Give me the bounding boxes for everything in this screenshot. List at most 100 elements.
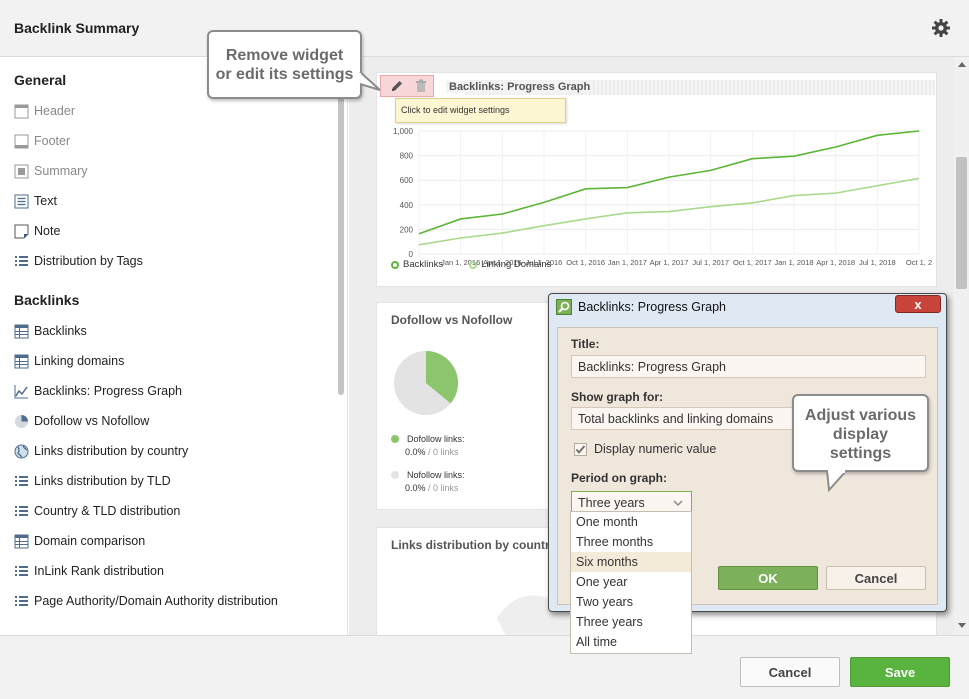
- x-tick-label: Oct 1, 2017: [733, 258, 772, 267]
- scroll-thumb[interactable]: [956, 157, 967, 289]
- note-icon: [14, 224, 29, 238]
- x-tick-label: Oct 1, 2: [906, 258, 932, 267]
- dialog-cancel-button[interactable]: Cancel: [826, 566, 926, 590]
- sidebar-item-linking-domains[interactable]: Linking domains: [14, 351, 124, 371]
- widget-app-icon: [556, 299, 572, 315]
- text-icon: [14, 194, 29, 208]
- sidebar-item-progress-graph[interactable]: Backlinks: Progress Graph: [14, 381, 182, 401]
- sidebar-item-tld[interactable]: Links distribution by TLD: [14, 471, 171, 491]
- sidebar-item-label: Distribution by Tags: [34, 254, 143, 268]
- checkbox-label: Display numeric value: [594, 442, 717, 456]
- save-button[interactable]: Save: [850, 657, 950, 687]
- callout-line: or edit its settings: [215, 66, 354, 83]
- legend-marker-dofollow: [391, 435, 399, 443]
- checkbox[interactable]: [574, 443, 587, 456]
- sidebar-item-authority[interactable]: Page Authority/Domain Authority distribu…: [14, 591, 278, 611]
- callout-line: settings: [829, 445, 892, 462]
- chevron-down-icon: [673, 500, 683, 506]
- option-one-year[interactable]: One year: [571, 572, 691, 592]
- period-label: Period on graph:: [571, 471, 667, 485]
- dofollow-value: 0.0%: [405, 447, 426, 457]
- tooltip: Click to edit widget settings: [395, 98, 566, 123]
- section-title-general: General: [14, 72, 67, 88]
- option-two-years[interactable]: Two years: [571, 592, 691, 612]
- sidebar-item-label: Text: [34, 194, 57, 208]
- legend-label-backlinks: Backlinks: [403, 259, 444, 270]
- globe-icon: [14, 444, 29, 458]
- header-icon: [14, 104, 29, 118]
- widget-title: Backlinks: Progress Graph: [446, 81, 594, 93]
- x-tick-label: Jan 1, 2017: [608, 258, 647, 267]
- sidebar-item-note[interactable]: Note: [14, 221, 60, 241]
- dofollow-count: 0 links: [433, 447, 459, 457]
- sidebar-item-text[interactable]: Text: [14, 191, 57, 211]
- scroll-up-icon[interactable]: [958, 62, 966, 67]
- sidebar-item-label: Page Authority/Domain Authority distribu…: [34, 594, 278, 608]
- period-options-list: One month Three months Six months One ye…: [570, 511, 692, 654]
- x-tick-label: Jul 1, 2018: [859, 258, 896, 267]
- sidebar-item-dofollow[interactable]: Dofollow vs Nofollow: [14, 411, 149, 431]
- sidebar-scrollbar[interactable]: [338, 95, 344, 395]
- widget-toolbar: [380, 75, 434, 97]
- scroll-down-icon[interactable]: [958, 623, 966, 628]
- legend: Backlinks Linking Domains: [391, 259, 551, 270]
- sidebar-item-domain-comparison[interactable]: Domain comparison: [14, 531, 145, 551]
- nofollow-label: Nofollow links:: [407, 470, 465, 480]
- separator: /: [425, 447, 434, 457]
- pencil-icon[interactable]: [390, 79, 404, 93]
- callout-pointer: [358, 71, 381, 91]
- legend-marker-nofollow: [391, 471, 399, 479]
- dofollow-legend: Dofollow links: 0.0% / 0 links Nofollow …: [391, 434, 465, 493]
- sidebar-item-country-tld[interactable]: Country & TLD distribution: [14, 501, 180, 521]
- y-tick-label: 600: [400, 176, 414, 185]
- table-icon: [14, 534, 29, 548]
- sidebar-item-label: Backlinks: Progress Graph: [34, 384, 182, 398]
- page-title: Backlink Summary: [14, 20, 140, 36]
- dofollow-label: Dofollow links:: [407, 434, 465, 444]
- sidebar-item-backlinks[interactable]: Backlinks: [14, 321, 87, 341]
- nofollow-value: 0.0%: [405, 483, 426, 493]
- legend-marker-backlinks: [391, 260, 399, 269]
- x-tick-label: Apr 1, 2018: [816, 258, 855, 267]
- sidebar-item-footer[interactable]: Footer: [14, 131, 70, 151]
- title-label: Title:: [571, 337, 600, 351]
- option-all-time[interactable]: All time: [571, 632, 691, 652]
- ok-button[interactable]: OK: [718, 566, 818, 590]
- sidebar-item-label: Country & TLD distribution: [34, 504, 181, 518]
- option-one-month[interactable]: One month: [571, 512, 691, 532]
- option-three-months[interactable]: Three months: [571, 532, 691, 552]
- sidebar-item-inlink-rank[interactable]: InLink Rank distribution: [14, 561, 164, 581]
- sidebar-item-label: Links distribution by TLD: [34, 474, 171, 488]
- table-icon: [14, 354, 29, 368]
- show-graph-label: Show graph for:: [571, 390, 663, 404]
- y-tick-label: 400: [400, 201, 414, 210]
- trash-icon[interactable]: [415, 79, 427, 93]
- sidebar-item-summary[interactable]: Summary: [14, 161, 87, 181]
- widget-title: Dofollow vs Nofollow: [391, 313, 513, 327]
- sidebar-item-header[interactable]: Header: [14, 101, 75, 121]
- sidebar-item-label: Domain comparison: [34, 534, 146, 548]
- x-tick-label: Apr 1, 2017: [650, 258, 689, 267]
- option-six-months[interactable]: Six months: [571, 552, 691, 572]
- x-tick-label: Jul 1, 2017: [692, 258, 729, 267]
- sidebar-item-label: Backlinks: [34, 324, 87, 338]
- dialog-header: Backlink Summary: [0, 0, 969, 57]
- title-input[interactable]: Backlinks: Progress Graph: [571, 355, 926, 378]
- cancel-button[interactable]: Cancel: [740, 657, 840, 687]
- option-three-years[interactable]: Three years: [571, 612, 691, 632]
- callout-line: display: [832, 426, 889, 443]
- callout-line: Remove widget: [225, 47, 344, 64]
- nofollow-count: 0 links: [433, 483, 459, 493]
- close-button[interactable]: x: [895, 295, 941, 313]
- canvas-scrollbar[interactable]: [954, 57, 969, 635]
- gear-icon[interactable]: [931, 18, 951, 38]
- list-icon: [15, 255, 28, 266]
- sidebar-item-label: Links distribution by country: [34, 444, 189, 458]
- section-title-backlinks: Backlinks: [14, 292, 80, 308]
- dialog-title: Backlinks: Progress Graph: [578, 300, 726, 314]
- sidebar-item-country[interactable]: Links distribution by country: [14, 441, 188, 461]
- footer-icon: [14, 134, 29, 148]
- y-tick-label: 1,000: [393, 127, 414, 136]
- list-icon: [15, 475, 28, 486]
- sidebar-item-distribution-by-tags[interactable]: Distribution by Tags: [14, 251, 143, 271]
